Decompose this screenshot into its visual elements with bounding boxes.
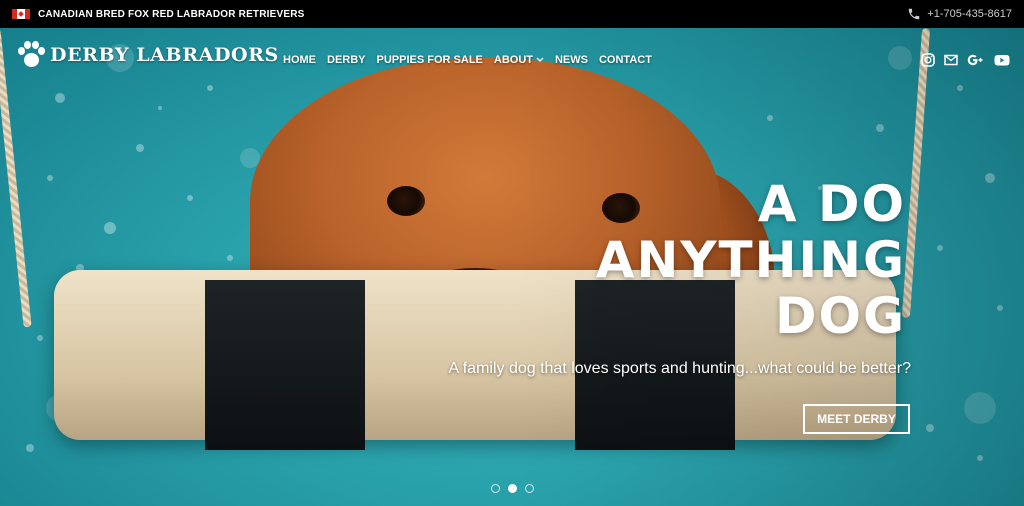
- nav-about-label: ABOUT: [493, 54, 533, 66]
- site-logo[interactable]: DERBY LABRADORS: [16, 40, 279, 70]
- meet-derby-button[interactable]: MEET DERBY: [803, 404, 910, 434]
- chevron-down-icon: [536, 57, 544, 62]
- hero-headline: A DO ANYTHING DOG: [546, 176, 906, 344]
- hero-headline-line-3: DOG: [774, 287, 906, 345]
- phone-number[interactable]: +1-705-435-8617: [927, 8, 1012, 20]
- nav-contact[interactable]: CONTACT: [599, 54, 652, 66]
- mail-icon[interactable]: [944, 53, 958, 67]
- slider-dot-2[interactable]: [508, 484, 517, 493]
- canada-flag-icon: [12, 9, 30, 19]
- nav-derby[interactable]: DERBY: [327, 54, 366, 66]
- main-navigation: HOME DERBY PUPPIES FOR SALE ABOUT NEWS C…: [283, 54, 652, 66]
- hero-headline-line-2: ANYTHING: [595, 231, 906, 289]
- nav-home[interactable]: HOME: [283, 54, 316, 66]
- instagram-icon[interactable]: [921, 53, 935, 67]
- top-bar-left: CANADIAN BRED FOX RED LABRADOR RETRIEVER…: [12, 9, 305, 20]
- top-bar: CANADIAN BRED FOX RED LABRADOR RETRIEVER…: [0, 0, 1024, 28]
- nav-news[interactable]: NEWS: [555, 54, 588, 66]
- slider-dot-1[interactable]: [491, 484, 500, 493]
- slider-pagination: [491, 484, 534, 493]
- nav-about[interactable]: ABOUT: [494, 54, 544, 66]
- google-plus-icon[interactable]: [967, 53, 985, 67]
- social-links: [921, 53, 1010, 67]
- top-bar-contact[interactable]: +1-705-435-8617: [907, 7, 1012, 21]
- brand-name: DERBY LABRADORS: [50, 44, 279, 66]
- hero-subline: A family dog that loves sports and hunti…: [448, 360, 911, 377]
- youtube-icon[interactable]: [994, 53, 1010, 67]
- paw-print-icon: [16, 40, 46, 70]
- phone-icon: [909, 8, 920, 20]
- hero-headline-line-1: A DO: [757, 175, 906, 233]
- nav-puppies-for-sale[interactable]: PUPPIES FOR SALE: [377, 54, 483, 66]
- slider-dot-3[interactable]: [525, 484, 534, 493]
- site-tagline: CANADIAN BRED FOX RED LABRADOR RETRIEVER…: [38, 8, 305, 20]
